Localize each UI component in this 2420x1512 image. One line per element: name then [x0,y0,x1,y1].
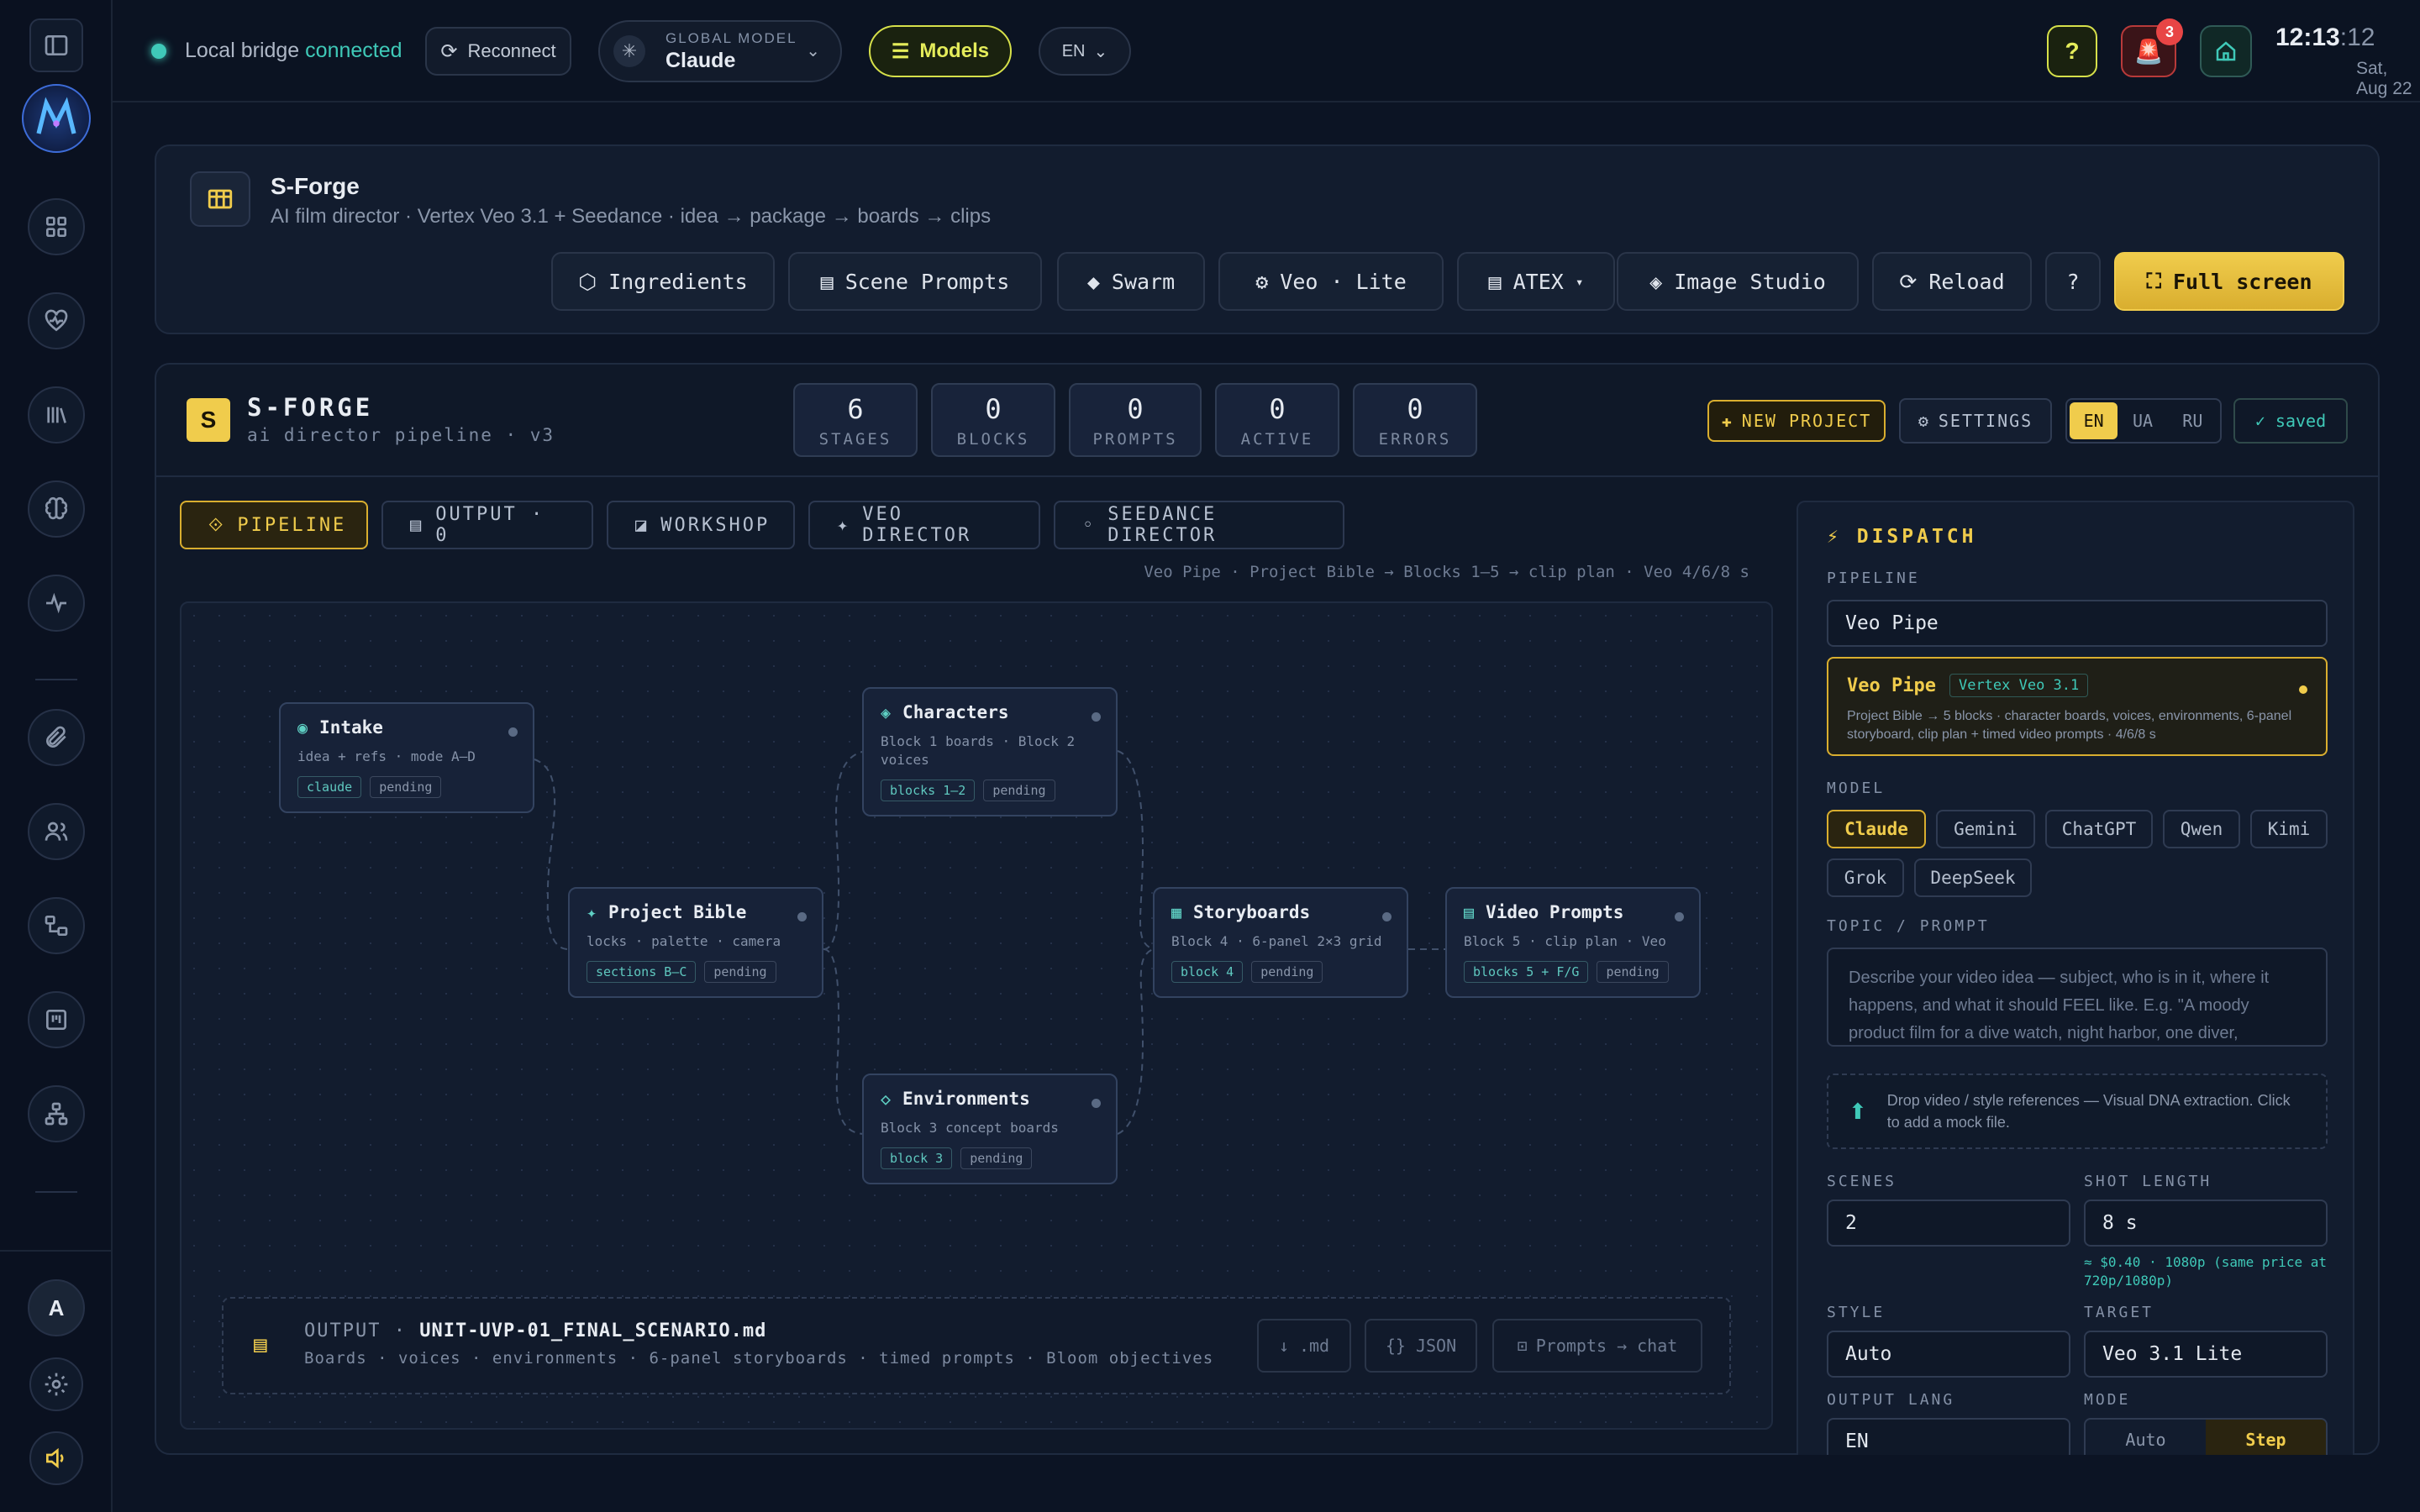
pipeline-card[interactable]: Veo Pipe Vertex Veo 3.1 Project Bible → … [1827,657,2328,756]
export-json-button[interactable]: {} JSON [1365,1319,1477,1373]
topic-textarea[interactable]: Describe your video idea — subject, who … [1827,948,2328,1047]
shot-length-select[interactable]: 8 s [2084,1200,2328,1247]
node-status-dot [797,912,807,921]
tag-pending: pending [1597,961,1669,983]
tag: blocks 5 + F/G [1464,961,1589,983]
mode-step[interactable]: Step [2206,1420,2326,1455]
node-storyboards[interactable]: ▦ Storyboards Block 4 · 6-panel 2×3 grid … [1153,887,1408,998]
topic-label: TOPIC / PROMPT [1827,917,1990,935]
target-label: TARGET [2084,1304,2154,1321]
mode-label: MODE [2084,1391,2131,1409]
reference-dropzone[interactable]: ⬆ Drop video / style references — Visual… [1827,1074,2328,1149]
price-note: ≈ $0.40 · 1080p (same price at 720p/1080… [2084,1254,2327,1289]
tag: blocks 1–2 [881,780,976,801]
node-status-dot [1092,1099,1101,1108]
node-status-dot [1675,912,1684,921]
tag: block 3 [881,1147,953,1169]
diamond-outline-icon: ◇ [881,1089,892,1109]
output-lang-label: OUTPUT LANG [1827,1391,1955,1409]
target-select[interactable]: Veo 3.1 Lite [2084,1331,2328,1378]
pipeline-card-badge: Vertex Veo 3.1 [1949,674,2089,697]
sparkle-icon: ✦ [587,902,597,922]
download-md-button[interactable]: ↓ .md [1257,1319,1351,1373]
prompts-to-chat-button[interactable]: ⊡ Prompts → chat [1492,1319,1702,1373]
scenes-input[interactable]: 2 [1827,1200,2070,1247]
node-project-bible[interactable]: ✦ Project Bible locks · palette · camera … [568,887,823,998]
node-video-prompts[interactable]: ▤ Video Prompts Block 5 · clip plan · Veo… [1445,887,1701,998]
model-label: MODEL [1827,780,1886,797]
style-select[interactable]: Auto [1827,1331,2070,1378]
pipeline-card-title: Veo Pipe [1847,675,1936,696]
pipeline-label: PIPELINE [1827,570,1920,587]
tag: sections B–C [587,961,697,983]
dispatch-title: ⚡ DISPATCH [1827,526,1977,548]
model-chip-kimi[interactable]: Kimi [2250,810,2328,848]
chat-icon: ⊡ [1517,1336,1528,1356]
pipeline-select[interactable]: Veo Pipe [1827,600,2328,647]
model-chip-qwen[interactable]: Qwen [2163,810,2240,848]
node-intake[interactable]: ◉ Intake idea + refs · mode A–D claude pen… [279,702,534,813]
model-chip-gemini[interactable]: Gemini [1936,810,2035,848]
node-status-dot [508,727,518,737]
model-chip-claude[interactable]: Claude [1827,810,1926,848]
model-chip-grok[interactable]: Grok [1827,858,1904,897]
node-characters[interactable]: ◈ Characters Block 1 boards · Block 2 voi… [862,687,1118,816]
file-icon: ▤ [254,1332,267,1357]
list-icon: ▤ [1464,902,1475,922]
model-chip-deepseek[interactable]: DeepSeek [1914,858,2032,897]
tag-pending: pending [960,1147,1033,1169]
upload-icon: ⬆ [1849,1098,1867,1124]
output-title: OUTPUT · UNIT-UVP-01_FINAL_SCENARIO.md [304,1320,767,1341]
tag-pending: pending [704,961,776,983]
tag: block 4 [1171,961,1244,983]
app-root: A Local bridge connected ⟳ Reconnect ✳ G… [0,0,2420,1512]
pipeline-card-desc: Project Bible → 5 blocks · character boa… [1847,709,2292,742]
node-environments[interactable]: ◇ Environments Block 3 concept boards blo… [862,1074,1118,1184]
tag-pending: pending [983,780,1055,801]
tag-pending: pending [370,776,442,798]
shot-length-label: SHOT LENGTH [2084,1173,2212,1190]
tag-pending: pending [1251,961,1323,983]
target-icon: ◉ [297,717,308,738]
node-status-dot [1092,712,1101,722]
scenes-label: SCENES [1827,1173,1897,1190]
dispatch-panel: ⚡ DISPATCH PIPELINE Veo Pipe Veo Pipe Ve… [1797,501,2354,1455]
grid-icon: ▦ [1171,902,1182,922]
output-description: Boards · voices · environments · 6-panel… [304,1349,1214,1368]
node-status-dot [1382,912,1392,921]
mode-switch: Auto Step [2084,1418,2328,1455]
bolt-icon: ⚡ [1827,526,1842,548]
output-lang-select[interactable]: EN [1827,1418,2070,1455]
style-label: STYLE [1827,1304,1886,1321]
pipeline-card-dot [2299,685,2307,694]
tag: claude [297,776,362,798]
diamond-icon: ◈ [881,702,892,722]
model-chip-chatgpt[interactable]: ChatGPT [2045,810,2153,848]
mode-auto[interactable]: Auto [2086,1420,2206,1455]
